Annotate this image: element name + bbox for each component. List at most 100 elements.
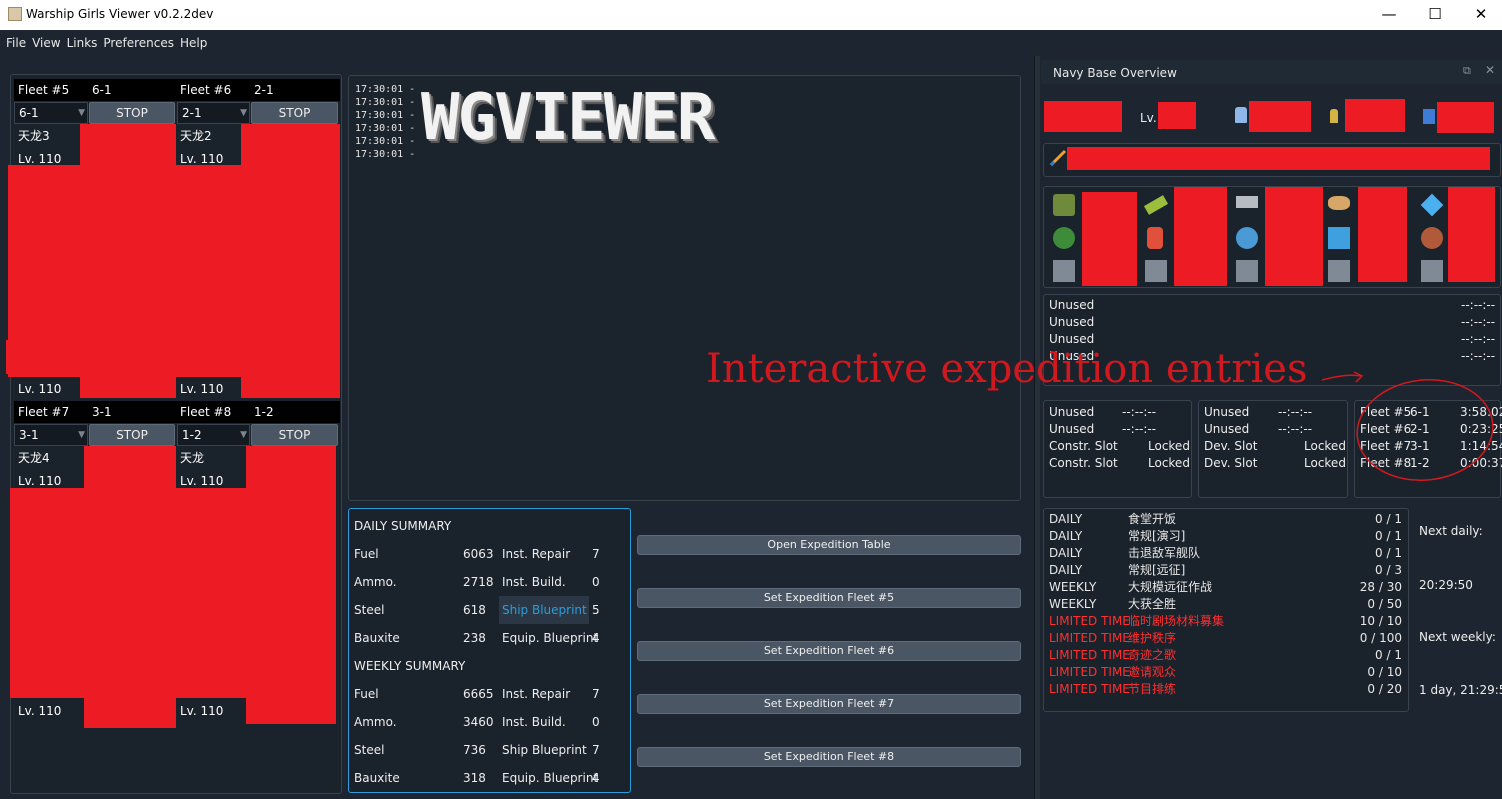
pen-icon: [1049, 149, 1067, 167]
redacted-block: [1044, 101, 1122, 132]
float-icon[interactable]: ⧉: [1463, 64, 1471, 78]
redacted-block: [1174, 187, 1227, 286]
close-icon[interactable]: ✕: [1485, 63, 1495, 77]
fleet-5-ship-name: 天龙3: [18, 129, 50, 143]
daily-inst-build-value: 0: [592, 575, 600, 589]
task-progress: 0 / 100: [1359, 631, 1402, 645]
daily-steel-label: Steel: [354, 603, 385, 617]
dev-dock-icon: [1328, 260, 1350, 282]
redacted-block: [80, 124, 176, 168]
ship-count-icon: [1235, 107, 1247, 123]
task-row[interactable]: LIMITED TIME 节目排练 0 / 20: [1049, 681, 1405, 698]
daily-summary-title: DAILY SUMMARY: [354, 519, 452, 533]
task-row[interactable]: LIMITED TIME 临时剧场材料募集 10 / 10: [1049, 613, 1405, 630]
window-title: Warship Girls Viewer v0.2.2dev: [26, 7, 214, 21]
fleet-7-stop-button[interactable]: STOP: [89, 424, 175, 446]
daily-bauxite-label: Bauxite: [354, 631, 400, 645]
redacted-block: [241, 372, 340, 398]
steel-icon: [1236, 196, 1258, 208]
daily-equip-blueprint-label: Equip. Blueprint: [502, 631, 599, 645]
fleet-6-stop-button[interactable]: STOP: [251, 102, 338, 124]
set-expedition-fleet-6-button[interactable]: Set Expedition Fleet #6: [637, 641, 1021, 661]
daily-ship-blueprint-label[interactable]: Ship Blueprint: [502, 603, 587, 617]
fleet-5-ship-level: Lv. 110: [18, 382, 62, 396]
redacted-block: [80, 372, 176, 398]
fleet-7-ship-name: 天龙4: [18, 451, 50, 465]
fleet-8-header: Fleet #8 1-2: [176, 401, 340, 423]
fleet-8-map-select[interactable]: 1-2 ▼: [177, 424, 250, 446]
daily-bauxite-value: 238: [463, 631, 486, 645]
repair-slot-label: Unused: [1049, 298, 1095, 312]
task-row[interactable]: DAILY 击退敌军舰队 0 / 1: [1049, 545, 1405, 562]
dock-titlebar: Navy Base Overview ⧉ ✕: [1041, 60, 1502, 84]
dev-slot-time: --:--:--: [1278, 422, 1313, 436]
daily-inst-repair-label: Inst. Repair: [502, 547, 571, 561]
task-row[interactable]: WEEKLY 大获全胜 0 / 50: [1049, 596, 1405, 613]
fleet-7-map: 3-1: [92, 405, 112, 419]
dev-dock-icon: [1421, 260, 1443, 282]
daily-ammo-label: Ammo.: [354, 575, 397, 589]
redacted-block: [6, 340, 16, 374]
task-progress: 0 / 1: [1375, 529, 1402, 543]
weekly-fuel-value: 6665: [463, 687, 494, 701]
close-button[interactable]: ✕: [1458, 0, 1502, 30]
minimize-button[interactable]: —: [1366, 0, 1412, 30]
log-lines: 17:30:01 - 17:30:01 - 17:30:01 - 17:30:0…: [355, 83, 415, 161]
task-row[interactable]: LIMITED TIME 奇迹之歌 0 / 1: [1049, 647, 1405, 664]
menu-preferences[interactable]: Preferences: [100, 30, 177, 57]
weekly-ship-blueprint-value: 7: [592, 743, 600, 757]
redacted-block: [84, 446, 176, 490]
task-name: 大规模远征作战: [1128, 580, 1213, 594]
repair-slot-time: --:--:--: [1461, 349, 1496, 363]
fleet-5-stop-button[interactable]: STOP: [89, 102, 175, 124]
fleet-7-map-select[interactable]: 3-1 ▼: [14, 424, 88, 446]
log-line: 17:30:01 -: [355, 136, 416, 147]
menu-file[interactable]: File: [3, 30, 29, 57]
tasks-list: DAILY 食堂开饭 0 / 1 DAILY 常规[演习] 0 / 1 DAILY 击退敌军舰…: [1049, 511, 1405, 698]
chevron-down-icon: ▼: [78, 430, 85, 440]
equip-blueprint-icon: [1328, 227, 1350, 249]
task-row[interactable]: DAILY 常规[演习] 0 / 1: [1049, 528, 1405, 545]
task-row[interactable]: LIMITED TIME 邀请观众 0 / 10: [1049, 664, 1405, 681]
task-name: 常规[远征]: [1128, 563, 1186, 577]
set-expedition-fleet-5-button[interactable]: Set Expedition Fleet #5: [637, 588, 1021, 608]
task-row[interactable]: DAILY 食堂开饭 0 / 1: [1049, 511, 1405, 528]
set-expedition-fleet-7-button[interactable]: Set Expedition Fleet #7: [637, 694, 1021, 714]
redacted-block: [246, 696, 336, 724]
repair-slot-time: --:--:--: [1461, 315, 1496, 329]
menu-view[interactable]: View: [29, 30, 63, 57]
bauxite-icon: [1328, 196, 1350, 210]
daily-fuel-value: 6063: [463, 547, 494, 561]
build-slot-time: --:--:--: [1122, 405, 1157, 419]
menu-links[interactable]: Links: [64, 30, 101, 57]
open-expedition-table-button[interactable]: Open Expedition Table: [637, 535, 1021, 555]
dock-splitter[interactable]: [1034, 56, 1040, 799]
ship-blueprint-icon: [1236, 227, 1258, 249]
redacted-block: [1437, 102, 1494, 133]
title-bar: Warship Girls Viewer v0.2.2dev — ☐ ✕: [0, 0, 1502, 30]
fleet-5-map-select[interactable]: 6-1 ▼: [14, 102, 88, 124]
menu-help[interactable]: Help: [177, 30, 210, 57]
weekly-steel-label: Steel: [354, 743, 385, 757]
fleet-6-map-select[interactable]: 2-1 ▼: [177, 102, 250, 124]
redacted-block: [84, 696, 176, 728]
equipment-count-icon: [1423, 109, 1435, 124]
log-panel[interactable]: 17:30:01 - 17:30:01 - 17:30:01 - 17:30:0…: [348, 75, 1021, 501]
redacted-block: [8, 165, 340, 377]
redacted-block: [10, 488, 336, 698]
fleet-6-header: Fleet #6 2-1: [176, 79, 340, 101]
redacted-block: [246, 446, 336, 490]
fleet-7-name: Fleet #7: [18, 405, 70, 419]
summary-panel: DAILY SUMMARY Fuel 6063 Inst. Repair 7 A…: [348, 508, 631, 793]
maximize-button[interactable]: ☐: [1412, 0, 1458, 30]
annotation-text: Interactive expedition entries: [706, 346, 1308, 392]
task-row[interactable]: WEEKLY 大规模远征作战 28 / 30: [1049, 579, 1405, 596]
set-expedition-fleet-8-button[interactable]: Set Expedition Fleet #8: [637, 747, 1021, 767]
log-line: 17:30:01 -: [355, 110, 416, 121]
task-row[interactable]: DAILY 常规[远征] 0 / 3: [1049, 562, 1405, 579]
fleet-8-stop-button[interactable]: STOP: [251, 424, 338, 446]
fleet-8-ship-level: Lv. 110: [180, 704, 224, 718]
task-row[interactable]: LIMITED TIME 维护秩序 0 / 100: [1049, 630, 1405, 647]
task-name: 奇迹之歌: [1128, 648, 1177, 662]
task-name: 食堂开饭: [1128, 512, 1177, 526]
